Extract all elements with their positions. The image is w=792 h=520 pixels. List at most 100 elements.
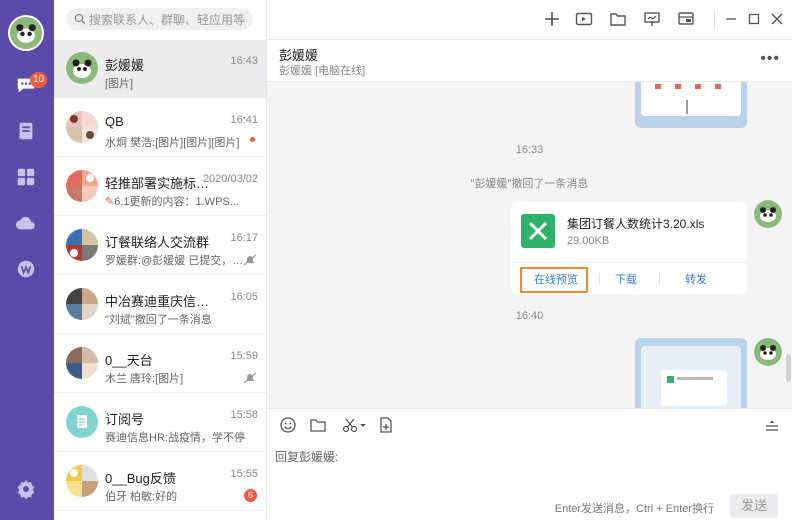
video-call-icon[interactable] (575, 10, 593, 28)
action-divider (659, 273, 660, 285)
file-message-card[interactable]: 集团订餐人数统计3.20.xls 29.00KB 在线预览 下载 转发 (511, 202, 747, 294)
screen-share-icon[interactable] (677, 10, 695, 28)
sender-avatar[interactable] (754, 200, 782, 228)
conversation-time: 16:05 (230, 291, 258, 303)
minimize-icon[interactable] (722, 10, 740, 28)
message-area: 16:33 "彭媛媛"撤回了一条消息 集团订餐人数统计3.20.xls 29.0… (267, 82, 792, 408)
file-actions: 在线预览 下载 转发 (511, 262, 747, 294)
conversation-time: 15:59 (230, 350, 258, 362)
conversation-name: 订阅号 (105, 412, 145, 427)
chat-status: 彭媛媛 [电脑在线] (279, 65, 366, 77)
conversation-name: 轻推部署实施标准... (105, 176, 215, 191)
send-hint: Enter发送消息，Ctrl + Enter换行 (554, 503, 714, 515)
chat-unread-badge: 10 (30, 72, 48, 88)
conversation-time: 2020/03/02 (202, 173, 258, 185)
conversation-preview-text: 6.1更新的内容：1.WPS... (114, 196, 239, 208)
conversation-item[interactable]: 订餐联络人交流群 16:17 罗媛群:@彭媛媛 已提交，有... (54, 217, 266, 275)
more-options-icon[interactable]: ••• (760, 50, 780, 68)
mute-bell-icon (243, 372, 257, 384)
wps-icon[interactable] (15, 258, 37, 280)
recall-notice: "彭媛媛"撤回了一条消息 (470, 178, 589, 190)
group-avatar (66, 229, 98, 261)
left-rail: 10 (0, 0, 54, 520)
cloud-icon[interactable] (15, 212, 37, 234)
group-avatar (66, 111, 98, 143)
conversation-time: 16:17 (230, 232, 258, 244)
folder-icon[interactable] (309, 416, 327, 434)
forward-button[interactable]: 转发 (685, 271, 707, 287)
subscription-avatar (66, 406, 98, 438)
folder-icon[interactable] (609, 10, 627, 28)
group-avatar (66, 347, 98, 379)
chat-header: 彭媛媛 彭媛媛 [电脑在线] ••• (267, 40, 792, 82)
timestamp: 16:33 (515, 144, 544, 156)
send-button[interactable]: 发送 (730, 494, 778, 518)
conversation-item[interactable]: 轻推部署实施标准... 2020/03/02 ✎6.1更新的内容：1.WPS..… (54, 158, 266, 216)
my-avatar[interactable] (8, 15, 44, 51)
sender-avatar[interactable] (754, 338, 782, 366)
action-divider (599, 273, 600, 285)
toolbar-divider (714, 10, 715, 30)
unread-count-badge: 6 (244, 489, 257, 502)
expand-input-icon[interactable] (763, 416, 781, 434)
download-button[interactable]: 下载 (615, 271, 637, 287)
conversation-time: 16:43 (230, 55, 258, 67)
reply-label: 回复彭媛媛: (275, 450, 339, 464)
input-toolbar (267, 408, 792, 438)
conversation-item[interactable]: 0__Bug反馈 15:55 伯牙 柏敏:好的 6 (54, 453, 266, 511)
conversation-name: 中冶赛迪重庆信息... (105, 294, 215, 309)
image-message[interactable] (635, 338, 747, 408)
group-avatar (66, 170, 98, 202)
conversation-name: 0__Bug反馈 (105, 471, 176, 486)
group-avatar (66, 288, 98, 320)
mute-bell-icon (243, 254, 257, 266)
settings-gear-icon[interactable] (15, 478, 37, 500)
screenshot-scissors-icon[interactable] (341, 416, 367, 434)
file-name: 集团订餐人数统计3.20.xls (567, 217, 705, 231)
draft-pencil-icon: ✎ (105, 196, 115, 208)
add-file-icon[interactable] (377, 416, 395, 434)
conversation-name: 订餐联络人交流群 (105, 235, 210, 250)
conversation-preview: "刘斌"撤回了一条消息 (105, 314, 212, 326)
top-toolbar (267, 0, 792, 40)
conversation-item[interactable]: QB 16:41 水炯 樊浩:[图片][图片][图片] (54, 99, 266, 157)
conversation-name: QB (105, 114, 124, 129)
conversation-time: 16:41 (230, 114, 258, 126)
image-message[interactable] (635, 82, 747, 128)
conversation-preview: 罗媛群:@彭媛媛 已提交，有... (105, 255, 245, 267)
emoji-icon[interactable] (279, 416, 297, 434)
conversation-item[interactable]: 彭媛媛 16:43 [图片] (54, 40, 266, 98)
add-icon[interactable] (543, 10, 561, 28)
conversation-name: 0__天台 (105, 353, 153, 368)
online-preview-button[interactable]: 在线预览 (534, 271, 578, 287)
conversation-item[interactable]: 0__天台 15:59 木兰 唐玲:[图片] (54, 335, 266, 393)
scrollbar[interactable] (786, 354, 791, 382)
conversation-time: 15:58 (230, 409, 258, 421)
close-icon[interactable] (768, 10, 786, 28)
conversation-name: 彭媛媛 (105, 58, 145, 73)
conversation-preview: 赛迪信息HR:战疫情，学不停 (105, 432, 245, 444)
search-input[interactable]: 搜索联系人、群聊、轻应用等 (66, 8, 253, 30)
conversation-preview: [图片] (105, 78, 134, 90)
search-placeholder: 搜索联系人、群聊、轻应用等 (89, 12, 246, 27)
conversation-item[interactable]: 订阅号 15:58 赛迪信息HR:战疫情，学不停 (54, 394, 266, 452)
maximize-icon[interactable] (745, 10, 763, 28)
conversation-preview: 伯牙 柏敏:好的 (105, 491, 178, 503)
contacts-icon[interactable] (15, 120, 37, 142)
conversation-list: 搜索联系人、群聊、轻应用等 彭媛媛 16:43 [图片] QB 16:41 水炯… (54, 0, 267, 520)
search-icon (74, 13, 86, 25)
image-preview (641, 82, 741, 116)
image-preview (641, 346, 741, 408)
conversation-time: 15:55 (230, 468, 258, 480)
presentation-icon[interactable] (643, 10, 661, 28)
apps-icon[interactable] (15, 166, 37, 188)
unread-dot (250, 137, 255, 142)
message-input[interactable]: 回复彭媛媛: Enter发送消息，Ctrl + Enter换行 发送 (267, 438, 792, 520)
conversation-preview: 水炯 樊浩:[图片][图片][图片] (105, 137, 240, 149)
group-avatar (66, 465, 98, 497)
conversation-preview: ✎6.1更新的内容：1.WPS... (105, 193, 245, 209)
conversation-preview: 木兰 唐玲:[图片] (105, 373, 184, 385)
excel-file-icon (521, 214, 555, 248)
file-size: 29.00KB (567, 235, 610, 247)
conversation-item[interactable]: 中冶赛迪重庆信息... 16:05 "刘斌"撤回了一条消息 (54, 276, 266, 334)
